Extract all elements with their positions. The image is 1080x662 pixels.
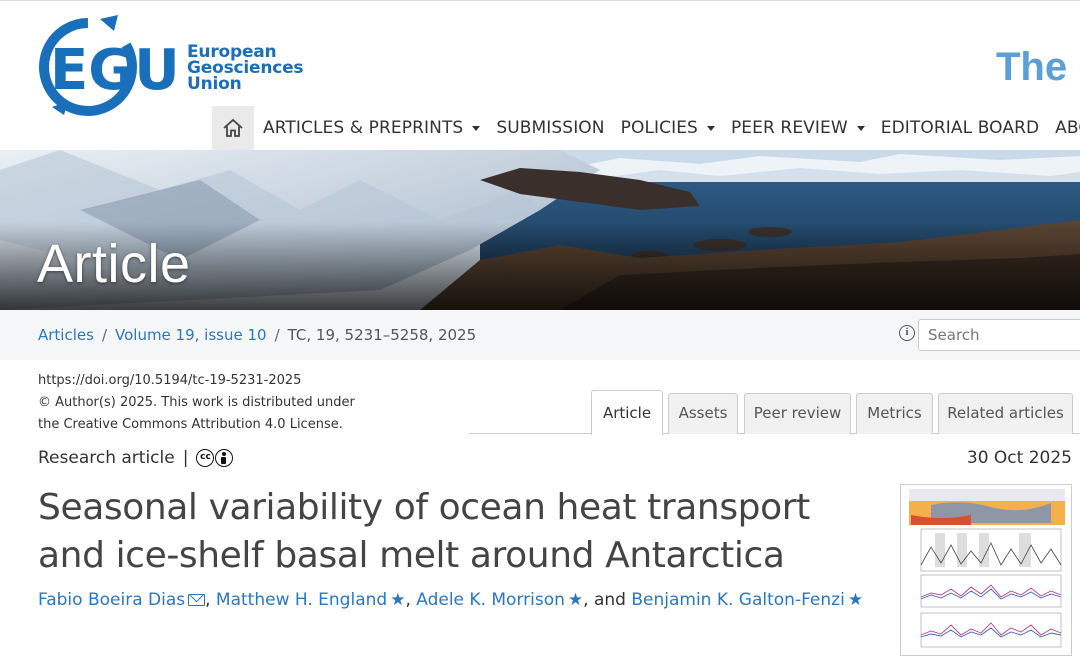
author-link[interactable]: Matthew H. England [216, 590, 387, 610]
chevron-down-icon [472, 125, 481, 131]
main-nav: ARTICLES & PREPRINTS SUBMISSION POLICIES… [212, 106, 1080, 150]
page-banner: Article [0, 150, 1080, 310]
author-link[interactable]: Fabio Boeira Dias [38, 590, 185, 610]
tab-article[interactable]: Article [591, 390, 663, 435]
tab-related-articles[interactable]: Related articles [938, 393, 1073, 434]
tab-assets[interactable]: Assets [668, 393, 738, 434]
info-icon[interactable]: i [899, 325, 915, 341]
chevron-down-icon [856, 125, 865, 131]
graphical-abstract-thumbnail[interactable] [900, 484, 1072, 656]
breadcrumb-articles[interactable]: Articles [38, 326, 94, 344]
breadcrumb-current: TC, 19, 5231–5258, 2025 [287, 326, 477, 344]
author-link[interactable]: Adele K. Morrison [416, 590, 565, 610]
svg-text:EGU: EGU [50, 38, 180, 103]
nav-policies[interactable]: POLICIES [621, 118, 715, 138]
cc-icon: cc [196, 449, 215, 467]
nav-editorial-board[interactable]: EDITORIAL BOARD [881, 118, 1039, 138]
nav-submission[interactable]: SUBMISSION [496, 118, 604, 138]
copyright-text: © Author(s) 2025. This work is distribut… [38, 395, 355, 410]
journal-title[interactable]: The C [996, 45, 1080, 90]
search-input[interactable] [918, 319, 1080, 351]
publication-date: 30 Oct 2025 [966, 448, 1072, 468]
chevron-down-icon [706, 125, 715, 131]
star-icon[interactable]: ★ [568, 590, 583, 610]
license-text[interactable]: the Creative Commons Attribution 4.0 Lic… [38, 414, 355, 436]
nav-home-button[interactable] [212, 106, 254, 150]
star-icon[interactable]: ★ [848, 590, 863, 610]
breadcrumb-volume[interactable]: Volume 19, issue 10 [115, 326, 267, 344]
article-type: Research article | cc [38, 448, 234, 468]
home-icon [223, 118, 243, 137]
org-name: European Geosciences Union [187, 42, 304, 94]
page-title: Article [37, 234, 191, 294]
type-separator: | [182, 448, 189, 468]
figure-thumbnail-image [909, 489, 1065, 648]
cc-by-license-icon[interactable]: cc [196, 449, 234, 467]
article-meta: https://doi.org/10.5194/tc-19-5231-2025 … [38, 370, 355, 436]
authors-and: and [593, 590, 626, 610]
attribution-icon [215, 449, 234, 467]
nav-peer-review[interactable]: PEER REVIEW [731, 118, 865, 138]
author-link[interactable]: Benjamin K. Galton-Fenzi [631, 590, 844, 610]
tab-metrics[interactable]: Metrics [856, 393, 933, 434]
star-icon[interactable]: ★ [390, 590, 405, 610]
tab-peer-review[interactable]: Peer review [744, 393, 851, 434]
article-tabs: Article Assets Peer review Metrics Relat… [469, 390, 1080, 435]
site-header: EGU European Geosciences Union The C ART… [0, 0, 1080, 150]
article-type-label: Research article [38, 448, 175, 468]
egu-logo[interactable]: EGU [36, 11, 184, 123]
author-list: Fabio Boeira Dias, Matthew H. England ★, … [38, 590, 864, 610]
doi-link[interactable]: https://doi.org/10.5194/tc-19-5231-2025 [38, 370, 355, 392]
article-title: Seasonal variability of ocean heat trans… [38, 487, 810, 576]
nav-about[interactable]: ABOUT [1055, 118, 1080, 138]
breadcrumb-separator: / [101, 326, 107, 344]
mail-icon[interactable] [188, 594, 206, 606]
breadcrumb: Articles / Volume 19, issue 10 / TC, 19, 523… [38, 326, 476, 344]
breadcrumb-separator: / [274, 326, 280, 344]
nav-articles-preprints[interactable]: ARTICLES & PREPRINTS [263, 118, 481, 138]
